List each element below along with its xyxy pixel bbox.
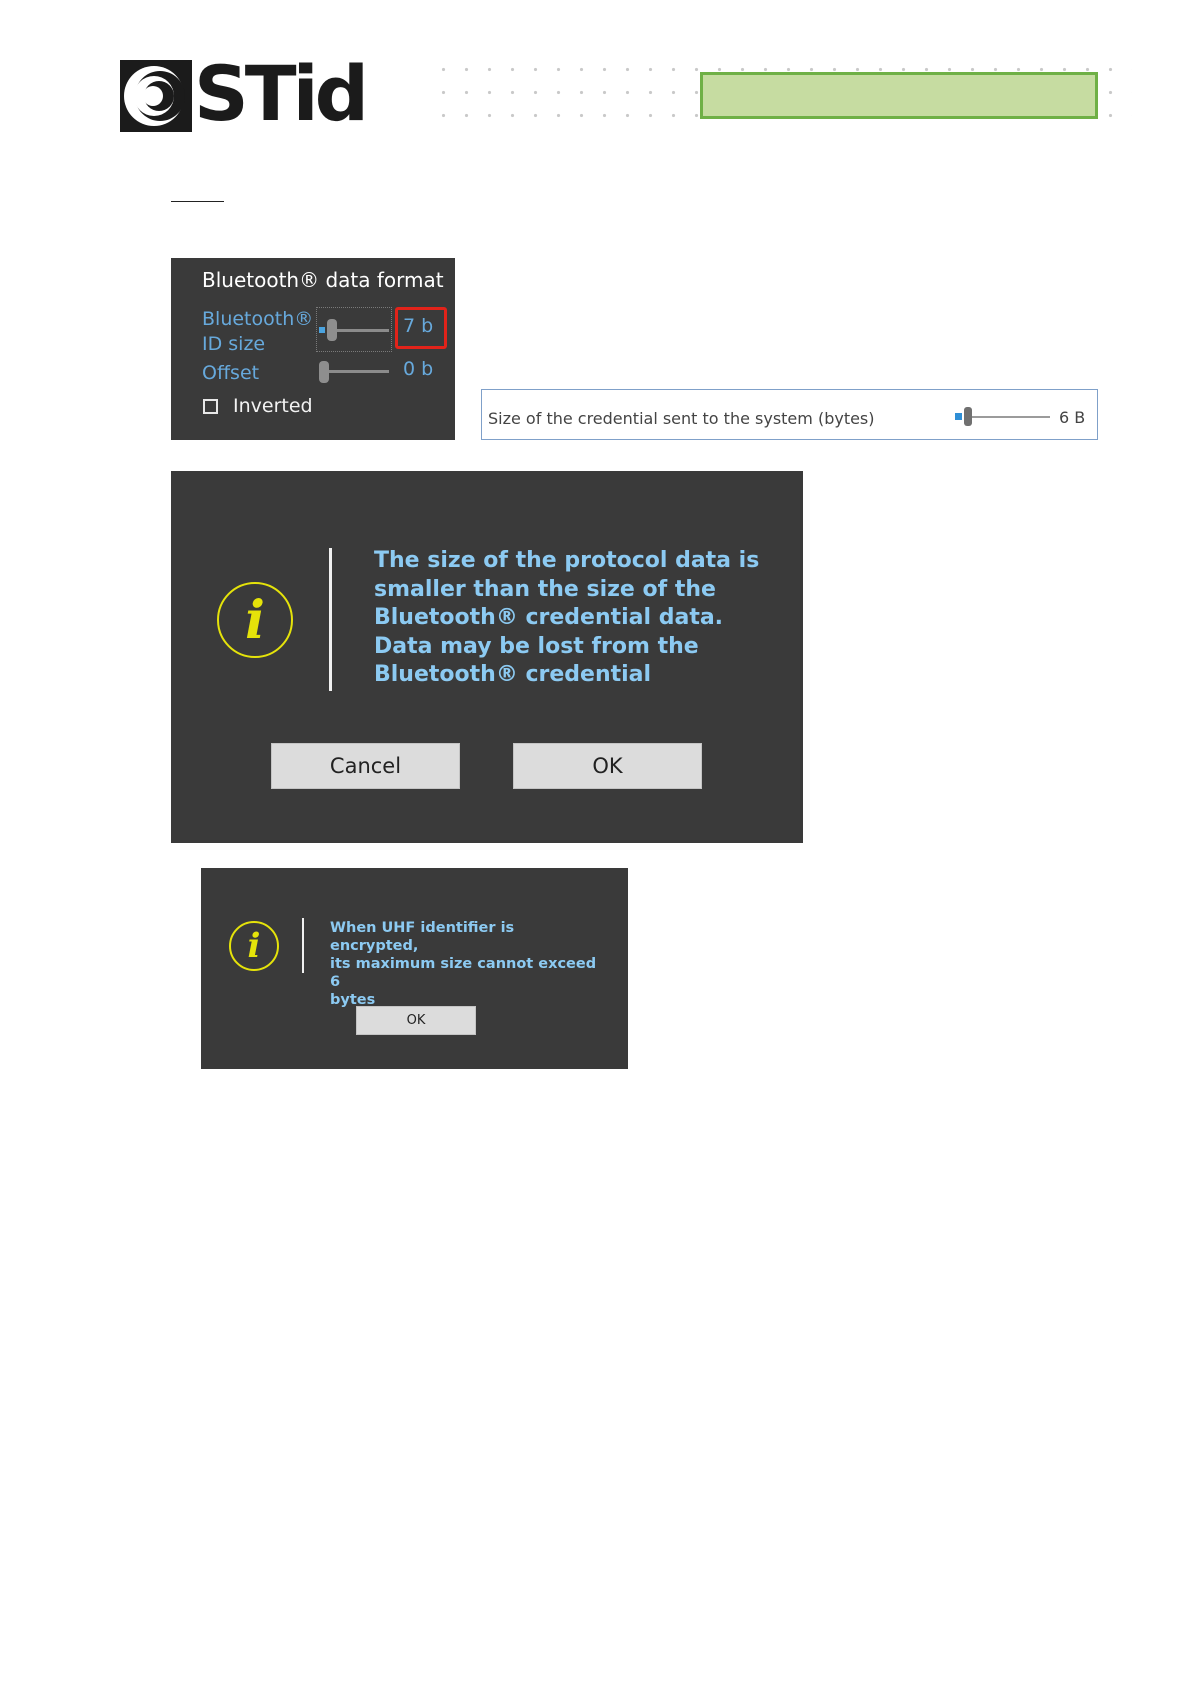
inverted-label: Inverted [233,395,313,417]
bluetooth-data-format-panel: Bluetooth® data format Bluetooth® ID siz… [171,258,455,440]
protocol-size-warning-dialog: i The size of the protocol data is small… [171,471,803,843]
message-line: smaller than the size of the [374,576,716,602]
id-size-slider-marker [319,327,325,333]
message-line: Data may be lost from the [374,633,699,659]
dialog-message: When UHF identifier is encrypted, its ma… [330,919,600,1009]
dialog-separator [302,918,304,973]
dialog-message: The size of the protocol data is smaller… [374,547,774,690]
ok-button[interactable]: OK [356,1006,476,1035]
message-line: When UHF identifier is encrypted, [330,920,515,954]
panel-title: Bluetooth® data format [202,268,444,292]
cancel-button[interactable]: Cancel [271,743,460,789]
logo-wordmark: STid [194,49,369,138]
info-icon: i [229,921,279,971]
offset-slider-track[interactable] [321,370,389,373]
id-size-slider-thumb[interactable] [327,319,337,341]
message-line: The size of the protocol data is [374,548,760,573]
message-line: Bluetooth® credential [374,662,652,687]
offset-value: 0 b [403,358,434,380]
stid-logo: STid [120,54,369,134]
id-size-label: Bluetooth® ID size [202,307,313,357]
credential-size-slider-marker [955,413,962,420]
offset-slider-thumb[interactable] [319,361,329,383]
credential-size-value: 6 B [1059,408,1086,427]
dialog-separator [329,548,332,691]
message-line: its maximum size cannot exceed 6 [330,956,597,990]
offset-label: Offset [202,362,260,384]
id-size-value: 7 b [403,315,434,337]
short-underline [171,201,224,202]
id-size-label-line1: Bluetooth® [202,308,314,330]
header-green-box [700,72,1098,119]
id-size-label-line2: ID size [202,333,266,355]
credential-size-label: Size of the credential sent to the syste… [488,409,875,428]
credential-size-slider-track[interactable] [964,416,1050,418]
uhf-encryption-info-dialog: i When UHF identifier is encrypted, its … [201,868,628,1069]
ok-button[interactable]: OK [513,743,702,789]
logo-rings-icon [120,60,192,132]
message-line: Bluetooth® credential data. [374,605,724,630]
inverted-checkbox[interactable] [203,399,218,414]
info-icon: i [217,582,293,658]
credential-size-slider-thumb[interactable] [964,407,972,426]
credential-size-setting: Size of the credential sent to the syste… [481,389,1098,440]
